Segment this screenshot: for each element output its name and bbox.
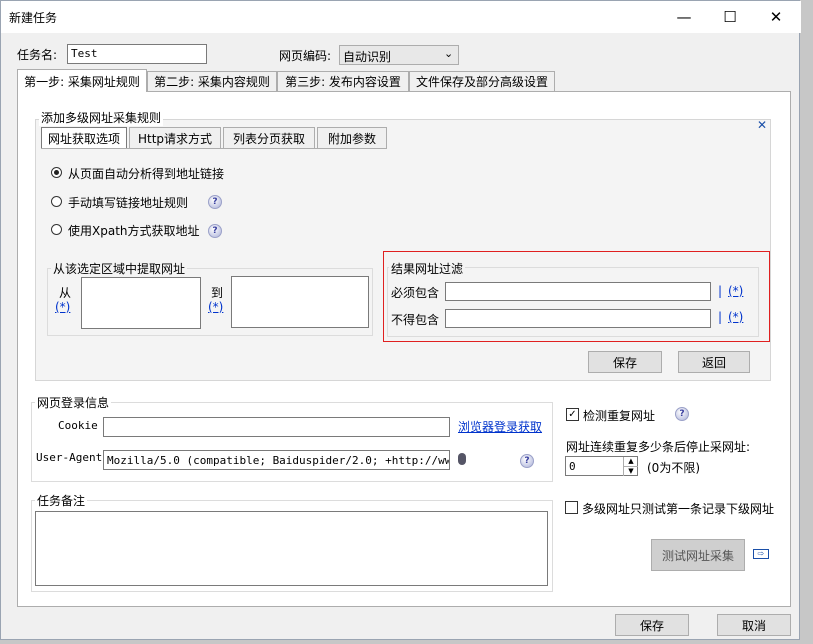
radio-auto-analyze[interactable]: [51, 167, 62, 178]
notes-title: 任务备注: [35, 492, 88, 509]
radio-manual-rule-label: 手动填写链接地址规则: [68, 196, 189, 210]
task-name-value: Test: [71, 47, 98, 60]
encoding-select[interactable]: 自动识别 ⌄: [339, 45, 459, 65]
radio-xpath[interactable]: [51, 224, 62, 235]
tab-step2-content-rules[interactable]: 第二步: 采集内容规则: [147, 71, 277, 91]
subtab-http-request[interactable]: Http请求方式: [129, 127, 221, 149]
must-not-contain-sep: |: [718, 310, 723, 324]
stop-after-duplicates-label: 网址连续重复多少条后停止采网址:: [566, 440, 751, 454]
multi-level-test-checkbox[interactable]: [565, 501, 578, 514]
from-textarea[interactable]: [81, 277, 201, 329]
help-icon[interactable]: ?: [208, 224, 222, 238]
check-duplicate-label: 检测重复网址: [583, 409, 656, 423]
tab-step1-url-rules[interactable]: 第一步: 采集网址规则: [17, 69, 147, 92]
stepper-down-icon[interactable]: ▼: [623, 466, 638, 476]
tab-file-save-advanced[interactable]: 文件保存及部分高级设置: [409, 71, 555, 91]
notes-textarea[interactable]: [35, 511, 548, 586]
new-task-dialog: 新建任务 — ☐ ✕ 任务名: Test 网页编码: 自动识别 ⌄ 第一步: 采…: [0, 0, 801, 640]
subtab-extra-params[interactable]: 附加参数: [317, 127, 387, 149]
stop-after-duplicates-stepper[interactable]: 0 ▲ ▼: [565, 456, 638, 476]
user-agent-label: User-Agent: [36, 451, 103, 464]
tab-step3-publish[interactable]: 第三步: 发布内容设置: [277, 71, 409, 91]
multi-level-test-label: 多级网址只测试第一条记录下级网址: [582, 502, 775, 516]
cookie-label: Cookie: [58, 419, 98, 432]
ua-picker-icon[interactable]: [458, 453, 466, 465]
user-agent-input[interactable]: Mozilla/5.0 (compatible; Baiduspider/2.0…: [103, 450, 450, 470]
maximize-button[interactable]: ☐: [707, 1, 753, 33]
help-icon[interactable]: ?: [520, 454, 534, 468]
must-not-contain-input[interactable]: [445, 309, 711, 328]
region-title: 从该选定区域中提取网址: [51, 260, 188, 277]
window-title: 新建任务: [9, 11, 58, 25]
help-icon[interactable]: ?: [675, 407, 689, 421]
cookie-input[interactable]: [103, 417, 450, 437]
check-duplicate-checkbox[interactable]: ✓: [566, 408, 579, 421]
radio-manual-rule[interactable]: [51, 196, 62, 207]
task-name-label: 任务名:: [17, 48, 58, 62]
arrow-right-icon[interactable]: ⇨: [753, 549, 769, 559]
task-name-input[interactable]: Test: [67, 44, 207, 64]
multi-level-title: 添加多级网址采集规则: [39, 109, 164, 126]
must-contain-sep: |: [718, 284, 723, 298]
must-not-contain-wildcard-link[interactable]: (*): [728, 310, 743, 324]
to-wildcard-link[interactable]: (*): [208, 300, 223, 314]
stop-after-duplicates-value: 0: [569, 460, 576, 473]
stop-after-duplicates-hint: (0为不限): [647, 461, 700, 475]
encoding-label: 网页编码:: [279, 49, 332, 63]
user-agent-value: Mozilla/5.0 (compatible; Baiduspider/2.0…: [107, 454, 450, 467]
minimize-button[interactable]: —: [661, 1, 707, 33]
filter-title: 结果网址过滤: [389, 260, 466, 277]
login-title: 网页登录信息: [35, 394, 112, 411]
must-contain-wildcard-link[interactable]: (*): [728, 284, 743, 298]
browser-login-link[interactable]: 浏览器登录获取: [458, 418, 542, 435]
subtab-list-paging[interactable]: 列表分页获取: [223, 127, 315, 149]
to-label: 到: [211, 286, 224, 300]
chevron-down-icon: ⌄: [444, 47, 454, 60]
must-not-contain-label: 不得包含: [391, 313, 440, 327]
footer-cancel-button[interactable]: 取消: [717, 614, 791, 636]
footer-save-button[interactable]: 保存: [615, 614, 689, 636]
rule-back-button[interactable]: 返回: [678, 351, 750, 373]
close-button[interactable]: ✕: [753, 1, 799, 33]
from-wildcard-link[interactable]: (*): [55, 300, 70, 314]
must-contain-input[interactable]: [445, 282, 711, 301]
close-panel-icon[interactable]: ✕: [757, 118, 767, 132]
subtab-divider: [41, 148, 387, 149]
to-textarea[interactable]: [231, 276, 369, 328]
help-icon[interactable]: ?: [208, 195, 222, 209]
radio-xpath-label: 使用Xpath方式获取地址: [68, 224, 200, 238]
subtab-url-options[interactable]: 网址获取选项: [41, 127, 127, 149]
title-bar: 新建任务 — ☐ ✕: [1, 1, 801, 33]
must-contain-label: 必须包含: [391, 286, 440, 300]
login-group: [31, 402, 553, 482]
rule-save-button[interactable]: 保存: [588, 351, 662, 373]
test-url-collect-button[interactable]: 测试网址采集: [651, 539, 745, 571]
stepper-up-icon[interactable]: ▲: [623, 457, 638, 466]
encoding-value: 自动识别: [343, 50, 392, 64]
radio-auto-analyze-label: 从页面自动分析得到地址链接: [68, 167, 225, 181]
from-label: 从: [59, 286, 72, 300]
